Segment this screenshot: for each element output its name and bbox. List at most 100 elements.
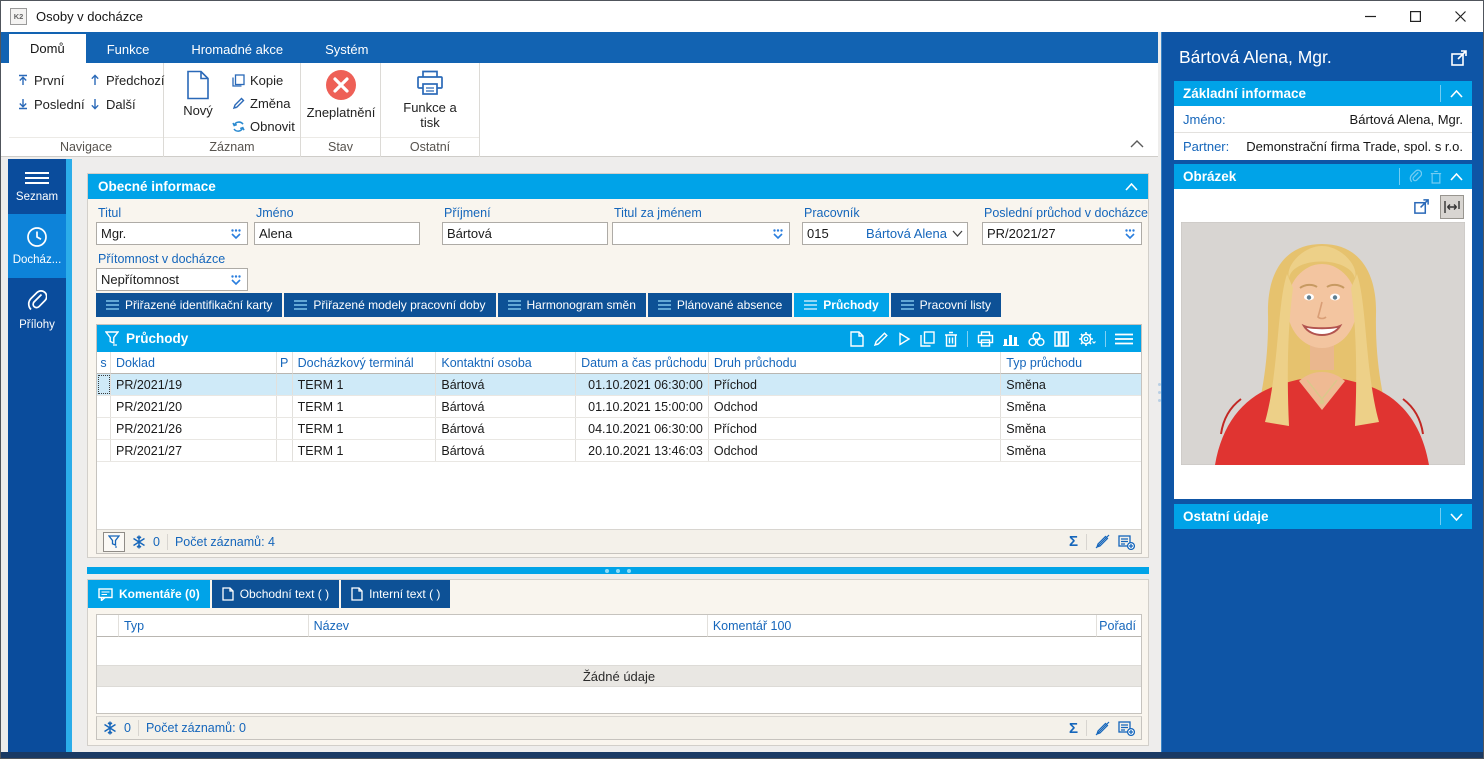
sidebar-item-dochazka[interactable]: Docház...	[8, 214, 66, 278]
table-row[interactable]: PR/2021/20 TERM 1 Bártová 01.10.2021 15:…	[97, 396, 1141, 418]
app-window: K2 Osoby v docházce Domů Funkce Hromadné…	[0, 0, 1484, 759]
titul-za-jmenem-input[interactable]	[612, 222, 790, 245]
table-row[interactable]: PR/2021/27 TERM 1 Bártová 20.10.2021 13:…	[97, 440, 1141, 462]
sum-icon[interactable]: Σ	[1069, 720, 1078, 737]
freeze-rows-button[interactable]	[132, 535, 146, 549]
tab-planovane-absence[interactable]: Plánované absence	[648, 293, 792, 317]
settings-gear-icon[interactable]	[1078, 331, 1096, 347]
column-header-s[interactable]: s	[97, 352, 111, 374]
collapse-section-chevron[interactable]	[1125, 183, 1138, 191]
ribbon-tab-funkce[interactable]: Funkce	[86, 36, 171, 63]
change-record-button[interactable]: Změna	[228, 91, 294, 115]
collapse-chevron-icon[interactable]	[1450, 173, 1463, 181]
new-record-button[interactable]: Nový	[172, 68, 224, 119]
run-icon[interactable]	[898, 332, 911, 346]
tab-pracovni-listy[interactable]: Pracovní listy	[891, 293, 1001, 317]
posledni-pruchod-input[interactable]: PR/2021/27	[982, 222, 1142, 245]
tab-identifikacni-karty[interactable]: Přiřazené identifikační karty	[96, 293, 282, 317]
fit-width-button[interactable]	[1440, 195, 1464, 219]
edit-row-icon[interactable]	[873, 331, 889, 347]
ribbon-tab-system[interactable]: Systém	[304, 36, 389, 63]
dropdown-dots-icon[interactable]	[229, 274, 243, 286]
list-icon	[294, 300, 307, 310]
column-header-druh[interactable]: Druh průchodu	[709, 352, 1001, 374]
refresh-record-button[interactable]: Obnovit	[228, 114, 299, 138]
filter-button[interactable]	[103, 532, 125, 552]
chart-icon[interactable]	[1003, 331, 1019, 346]
pritomnost-input[interactable]: Nepřítomnost	[96, 268, 248, 291]
toolbar-divider	[967, 331, 968, 347]
image-section-header[interactable]: Obrázek	[1174, 164, 1472, 189]
dropdown-dots-icon[interactable]	[771, 228, 785, 240]
add-note-icon[interactable]	[1118, 534, 1135, 550]
column-header-nazev[interactable]: Název	[309, 615, 708, 637]
copy-row-icon[interactable]	[920, 331, 935, 347]
ribbon-tab-hromadne-akce[interactable]: Hromadné akce	[170, 36, 304, 63]
dropdown-dots-icon[interactable]	[1123, 228, 1137, 240]
grid-title: Průchody	[126, 331, 188, 346]
column-header-p[interactable]: P	[277, 352, 293, 374]
edit-mode-icon[interactable]	[1095, 534, 1110, 549]
next-button[interactable]: Další	[85, 92, 140, 116]
previous-button[interactable]: Předchozí	[85, 68, 169, 92]
tab-harmonogram-smen[interactable]: Harmonogram směn	[498, 293, 646, 317]
ribbon-tab-domu[interactable]: Domů	[9, 34, 86, 63]
general-info-header[interactable]: Obecné informace	[88, 174, 1148, 199]
add-note-icon[interactable]	[1118, 720, 1135, 736]
open-image-icon[interactable]	[1413, 198, 1430, 215]
titul-input[interactable]: Mgr.	[96, 222, 248, 245]
sidebar-item-seznam[interactable]: Seznam	[8, 159, 66, 214]
delete-image-icon[interactable]	[1430, 170, 1442, 184]
filter-icon[interactable]	[105, 331, 119, 346]
first-button[interactable]: První	[13, 68, 68, 92]
other-data-header[interactable]: Ostatní údaje	[1174, 504, 1472, 529]
sidebar-item-prilohy[interactable]: Přílohy	[8, 278, 66, 341]
sum-icon[interactable]: Σ	[1069, 533, 1078, 550]
pracovnik-input[interactable]: 015 Bártová Alena	[802, 222, 968, 245]
column-header-typ[interactable]: Typ průchodu	[1001, 352, 1141, 374]
open-record-icon[interactable]	[1450, 49, 1468, 67]
delete-row-icon[interactable]	[944, 331, 958, 347]
column-header-terminal[interactable]: Docházkový terminál	[293, 352, 437, 374]
column-header-komentar[interactable]: Komentář 100	[708, 615, 1097, 637]
minimize-button[interactable]	[1348, 1, 1393, 32]
grid-menu-icon[interactable]	[1115, 333, 1133, 345]
functions-print-button[interactable]: Funkce a tisk	[395, 69, 465, 130]
prijmeni-input[interactable]: Bártová	[442, 222, 608, 245]
grid-empty-area	[97, 462, 1141, 529]
horizontal-splitter[interactable]	[87, 567, 1149, 574]
image-section-body	[1174, 189, 1472, 499]
jmeno-input[interactable]: Alena	[254, 222, 420, 245]
maximize-button[interactable]	[1393, 1, 1438, 32]
edit-mode-icon[interactable]	[1095, 721, 1110, 736]
collapse-chevron-icon[interactable]	[1450, 90, 1463, 98]
freeze-rows-button[interactable]	[103, 721, 117, 735]
last-button[interactable]: Poslední	[13, 92, 89, 116]
basic-info-header[interactable]: Základní informace	[1174, 81, 1472, 106]
chevron-down-icon[interactable]	[952, 230, 963, 237]
column-header-datum[interactable]: Datum a čas průchodu	[576, 352, 709, 374]
tab-modely-pracovni-doby[interactable]: Přiřazené modely pracovní doby	[284, 293, 495, 317]
tab-obchodni-text[interactable]: Obchodní text ( )	[212, 580, 339, 608]
comments-status-bar: 0 Počet záznamů: 0 Σ	[96, 716, 1142, 740]
ribbon-collapse-chevron[interactable]	[1130, 140, 1144, 148]
table-row[interactable]: PR/2021/19 TERM 1 Bártová 01.10.2021 06:…	[97, 374, 1141, 396]
actions-cluster-icon[interactable]	[1028, 331, 1045, 347]
attach-image-icon[interactable]	[1409, 169, 1422, 184]
dropdown-dots-icon[interactable]	[229, 228, 243, 240]
column-header-poradi[interactable]: Pořadí	[1097, 615, 1141, 637]
column-header-doklad[interactable]: Doklad	[111, 352, 277, 374]
print-grid-icon[interactable]	[977, 331, 994, 347]
new-row-icon[interactable]	[850, 331, 864, 347]
column-header-kontaktni-osoba[interactable]: Kontaktní osoba	[436, 352, 576, 374]
copy-record-button[interactable]: Kopie	[228, 68, 287, 92]
close-button[interactable]	[1438, 1, 1483, 32]
invalidate-button[interactable]: Zneplatnění	[303, 68, 379, 121]
expand-chevron-icon[interactable]	[1450, 513, 1463, 521]
tab-pruchody[interactable]: Průchody	[794, 293, 888, 317]
column-header-typ[interactable]: Typ	[119, 615, 309, 637]
columns-icon[interactable]	[1054, 331, 1069, 347]
tab-interni-text[interactable]: Interní text ( )	[341, 580, 450, 608]
tab-komentare[interactable]: Komentáře (0)	[88, 580, 210, 608]
table-row[interactable]: PR/2021/26 TERM 1 Bártová 04.10.2021 06:…	[97, 418, 1141, 440]
